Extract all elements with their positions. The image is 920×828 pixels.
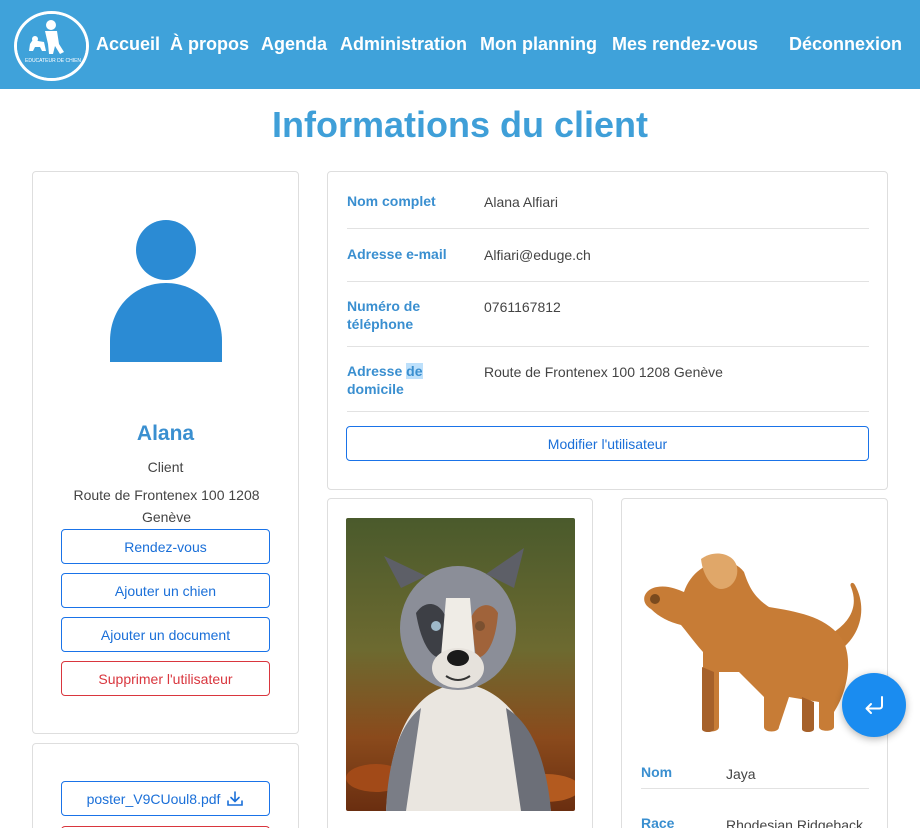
dog-illustration-icon (644, 553, 862, 732)
divider (641, 788, 869, 789)
client-name: Alana (136, 422, 195, 445)
dog-row-name: Nom Jaya (641, 764, 869, 784)
info-label: Numéro de téléphone (347, 298, 421, 332)
client-role: Client (147, 459, 184, 475)
info-row-full-name: Nom complet Alana Alfiari (347, 192, 869, 229)
info-row-email: Adresse e-mail Alfiari@eduge.ch (347, 245, 869, 282)
nav-link-mon-planning[interactable]: Mon planning (480, 34, 597, 55)
info-row-home-address: Adresse de domicile Route de Frontenex 1… (347, 362, 869, 412)
info-value: Alana Alfiari (484, 194, 558, 210)
dog-value: Jaya (726, 766, 756, 782)
nav-link-mes-rendez-vous[interactable]: Mes rendez-vous (612, 34, 758, 55)
info-label: Adresse de domicile (347, 363, 423, 397)
nav-link-accueil[interactable]: Accueil (96, 34, 160, 55)
download-icon (227, 790, 244, 806)
info-label: Adresse e-mail (347, 246, 447, 262)
info-value: 0761167812 (484, 299, 561, 315)
dog-photo (346, 518, 575, 811)
appointments-button[interactable]: Rendez-vous (61, 529, 270, 564)
nav-link-deconnexion[interactable]: Déconnexion (789, 34, 902, 55)
delete-user-button[interactable]: Supprimer l'utilisateur (61, 661, 270, 696)
client-profile-card: Alana Client Route de Frontenex 100 1208… (32, 171, 299, 734)
navbar: ÉDUCATEUR DE CHIEN Accueil À propos Agen… (0, 0, 920, 89)
dog-label: Race (641, 815, 675, 828)
page-title: Informations du client (271, 104, 648, 145)
dog-label: Nom (641, 764, 673, 780)
user-avatar-icon (110, 220, 222, 362)
info-value: Alfiari@eduge.ch (484, 247, 591, 263)
nav-link-administration[interactable]: Administration (340, 34, 467, 55)
documents-card: poster_V9CUoul8.pdf (32, 743, 299, 828)
dog-photo-card (327, 498, 593, 828)
edit-user-button[interactable]: Modifier l'utilisateur (346, 426, 869, 461)
add-document-button[interactable]: Ajouter un document (61, 617, 270, 652)
info-row-phone: Numéro de téléphone 0761167812 (347, 297, 869, 347)
client-info-card: Nom complet Alana Alfiari Adresse e-mail… (327, 171, 888, 490)
dog-value: Rhodesian Ridgeback (726, 817, 863, 828)
document-filename: poster_V9CUoul8.pdf (86, 790, 221, 807)
info-label: Nom complet (347, 193, 436, 209)
site-logo[interactable]: ÉDUCATEUR DE CHIEN (14, 11, 89, 81)
client-address: Route de Frontenex 100 1208 Genève (73, 487, 260, 525)
logo-text: ÉDUCATEUR DE CHIEN (25, 58, 81, 64)
nav-link-agenda[interactable]: Agenda (261, 34, 327, 55)
nav-link-a-propos[interactable]: À propos (170, 34, 249, 55)
info-value: Route de Frontenex 100 1208 Genève (484, 364, 723, 380)
document-download-button[interactable]: poster_V9CUoul8.pdf (61, 781, 270, 816)
add-dog-button[interactable]: Ajouter un chien (61, 573, 270, 608)
dog-row-breed: Race Rhodesian Ridgeback (641, 815, 869, 828)
dog-info-card: Nom Jaya Race Rhodesian Ridgeback (621, 498, 888, 828)
return-arrow-icon (865, 696, 883, 714)
return-fab-button[interactable] (842, 673, 906, 737)
